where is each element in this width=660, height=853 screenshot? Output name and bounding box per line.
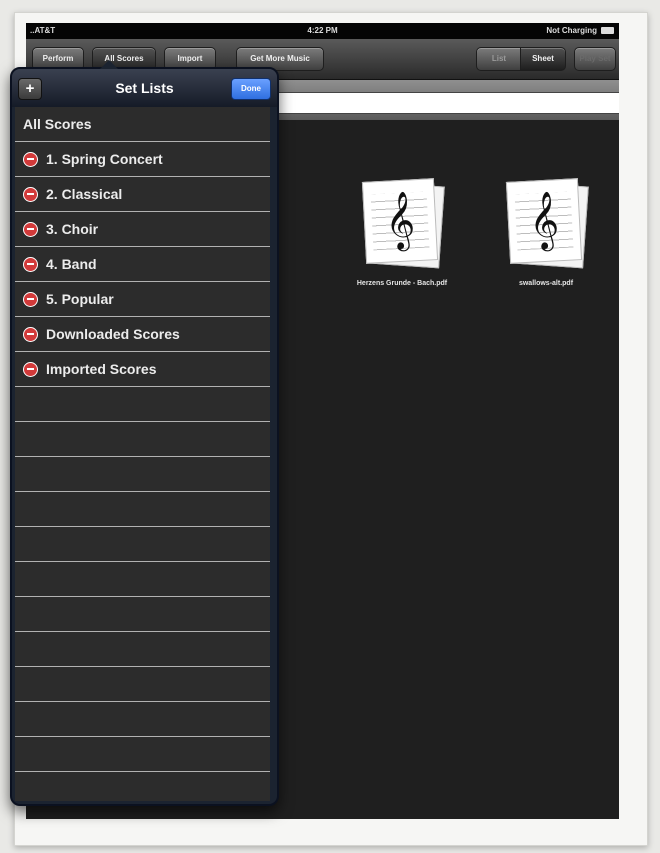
set-list-row-downloaded[interactable]: Downloaded Scores [15,317,270,352]
empty-row [15,422,270,457]
status-bar: ..AT&T 4:22 PM Not Charging [26,23,619,39]
score-file[interactable]: 𝄞 swallows-alt.pdf [496,178,596,287]
row-label: Imported Scores [46,361,157,377]
battery-status: Not Charging [546,26,597,35]
sheet-view-segment[interactable]: Sheet [520,47,566,71]
score-filename: Herzens Grunde - Bach.pdf [356,280,448,287]
score-filename: swallows-alt.pdf [518,280,574,287]
minus-circle-icon[interactable] [23,256,38,272]
treble-clef-icon: 𝄞 [505,178,589,269]
minus-circle-icon[interactable] [23,151,38,167]
set-list-table: All Scores 1. Spring Concert 2. Classica… [15,107,270,801]
set-lists-popover: + Set Lists Done All Scores 1. Spring Co… [10,60,279,806]
popover-arrow [100,60,118,69]
minus-circle-icon[interactable] [23,186,38,202]
row-label: 1. Spring Concert [46,151,163,167]
set-list-row-spring-concert[interactable]: 1. Spring Concert [15,142,270,177]
empty-row [15,457,270,492]
set-list-row-choir[interactable]: 3. Choir [15,212,270,247]
empty-row [15,737,270,772]
minus-circle-icon[interactable] [23,361,38,377]
done-button[interactable]: Done [231,78,271,100]
treble-clef-icon: 𝄞 [361,178,445,269]
empty-row [15,597,270,632]
list-view-segment[interactable]: List [476,47,522,71]
row-label: Downloaded Scores [46,326,180,342]
clock: 4:22 PM [307,26,338,35]
row-label: 2. Classical [46,186,123,202]
set-list-row-band[interactable]: 4. Band [15,247,270,282]
row-label: 5. Popular [46,291,114,307]
set-list-row-imported[interactable]: Imported Scores [15,352,270,387]
empty-row [15,387,270,422]
set-list-row-classical[interactable]: 2. Classical [15,177,270,212]
set-list-row-all-scores[interactable]: All Scores [15,107,270,142]
popover-header: + Set Lists Done [12,69,277,107]
empty-row [15,527,270,562]
row-label: 4. Band [46,256,97,272]
minus-circle-icon[interactable] [23,326,38,342]
battery-icon [601,27,614,34]
row-label: 3. Choir [46,221,99,237]
row-label: All Scores [23,116,92,132]
empty-row [15,702,270,737]
play-set-button[interactable]: Play Set [574,47,616,71]
empty-row [15,667,270,702]
set-list-row-popular[interactable]: 5. Popular [15,282,270,317]
empty-row [15,632,270,667]
score-file[interactable]: 𝄞 Herzens Grunde - Bach.pdf [352,178,452,287]
minus-circle-icon[interactable] [23,291,38,307]
minus-circle-icon[interactable] [23,221,38,237]
empty-row [15,492,270,527]
empty-row [15,772,270,801]
empty-row [15,562,270,597]
